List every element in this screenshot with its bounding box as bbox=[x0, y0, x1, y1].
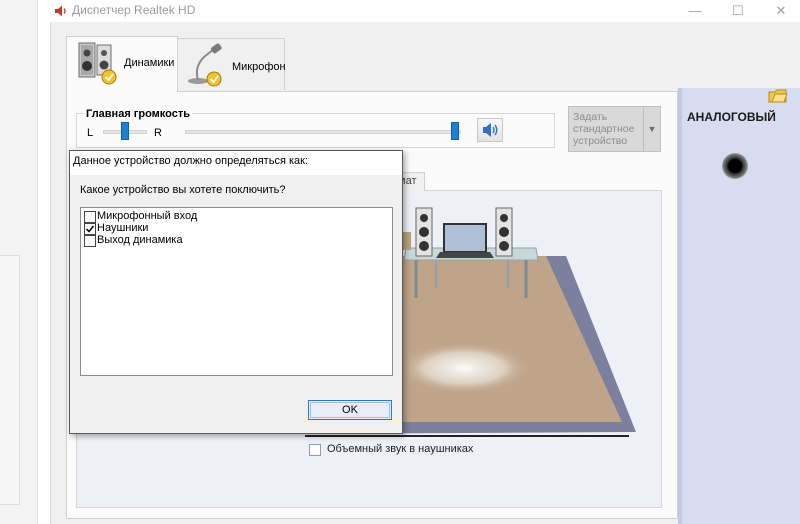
tab-speakers-label: Динамики bbox=[124, 57, 175, 69]
balance-slider-thumb[interactable] bbox=[121, 122, 129, 140]
balance-right-label: R bbox=[154, 127, 162, 139]
speaker-volume-icon bbox=[483, 123, 498, 137]
checkmark-icon bbox=[85, 225, 95, 233]
floor-light-spot bbox=[398, 342, 530, 394]
volume-title: Главная громкость bbox=[84, 108, 193, 120]
ok-button[interactable]: OK bbox=[308, 400, 392, 420]
chevron-down-icon[interactable]: ▼ bbox=[643, 107, 660, 151]
minimize-button[interactable]: — bbox=[680, 2, 710, 20]
speaker-app-icon bbox=[55, 5, 66, 17]
background-window-panel bbox=[0, 255, 20, 505]
speakers-icon bbox=[78, 42, 117, 85]
surround-label: Объемный звук в наушниках bbox=[327, 443, 474, 455]
option-label: Наушники bbox=[97, 222, 149, 234]
partial-speaker-icon bbox=[403, 232, 411, 250]
dialog-title: Данное устройство должно определяться ка… bbox=[73, 155, 308, 167]
dialog-question: Какое устройство вы хотете поключить? bbox=[80, 184, 286, 196]
option-checkbox-checked[interactable] bbox=[84, 223, 96, 235]
option-label: Выход динамика bbox=[97, 234, 183, 246]
maximize-button[interactable]: ☐ bbox=[723, 2, 753, 20]
option-label: Микрофонный вход bbox=[97, 210, 198, 222]
tab-microphone[interactable]: Микрофон bbox=[177, 38, 286, 90]
laptop-icon bbox=[436, 223, 494, 258]
microphone-icon bbox=[188, 43, 222, 87]
volume-track bbox=[185, 130, 461, 134]
analog-panel-edge bbox=[678, 88, 682, 524]
right-speaker-icon bbox=[495, 207, 513, 257]
surround-checkbox[interactable] bbox=[309, 444, 321, 456]
close-button[interactable]: ✕ bbox=[766, 2, 796, 20]
volume-slider-thumb[interactable] bbox=[451, 122, 459, 140]
left-speaker-icon bbox=[415, 207, 433, 257]
analog-label: АНАЛОГОВЫЙ bbox=[687, 110, 776, 124]
balance-left-label: L bbox=[87, 127, 94, 139]
audio-jack-icon[interactable] bbox=[722, 153, 748, 179]
window-title: Диспетчер Realtek HD bbox=[72, 3, 196, 17]
option-checkbox[interactable] bbox=[84, 211, 96, 223]
folder-icon[interactable] bbox=[768, 88, 788, 104]
mute-button[interactable] bbox=[477, 118, 503, 142]
tab-speakers[interactable]: Динамики bbox=[66, 36, 178, 92]
tab-microphone-label: Микрофон bbox=[232, 61, 286, 73]
option-checkbox[interactable] bbox=[84, 235, 96, 247]
ok-button-label: OK bbox=[342, 404, 358, 416]
set-default-device-label: Задать стандартное устройство bbox=[573, 111, 635, 147]
